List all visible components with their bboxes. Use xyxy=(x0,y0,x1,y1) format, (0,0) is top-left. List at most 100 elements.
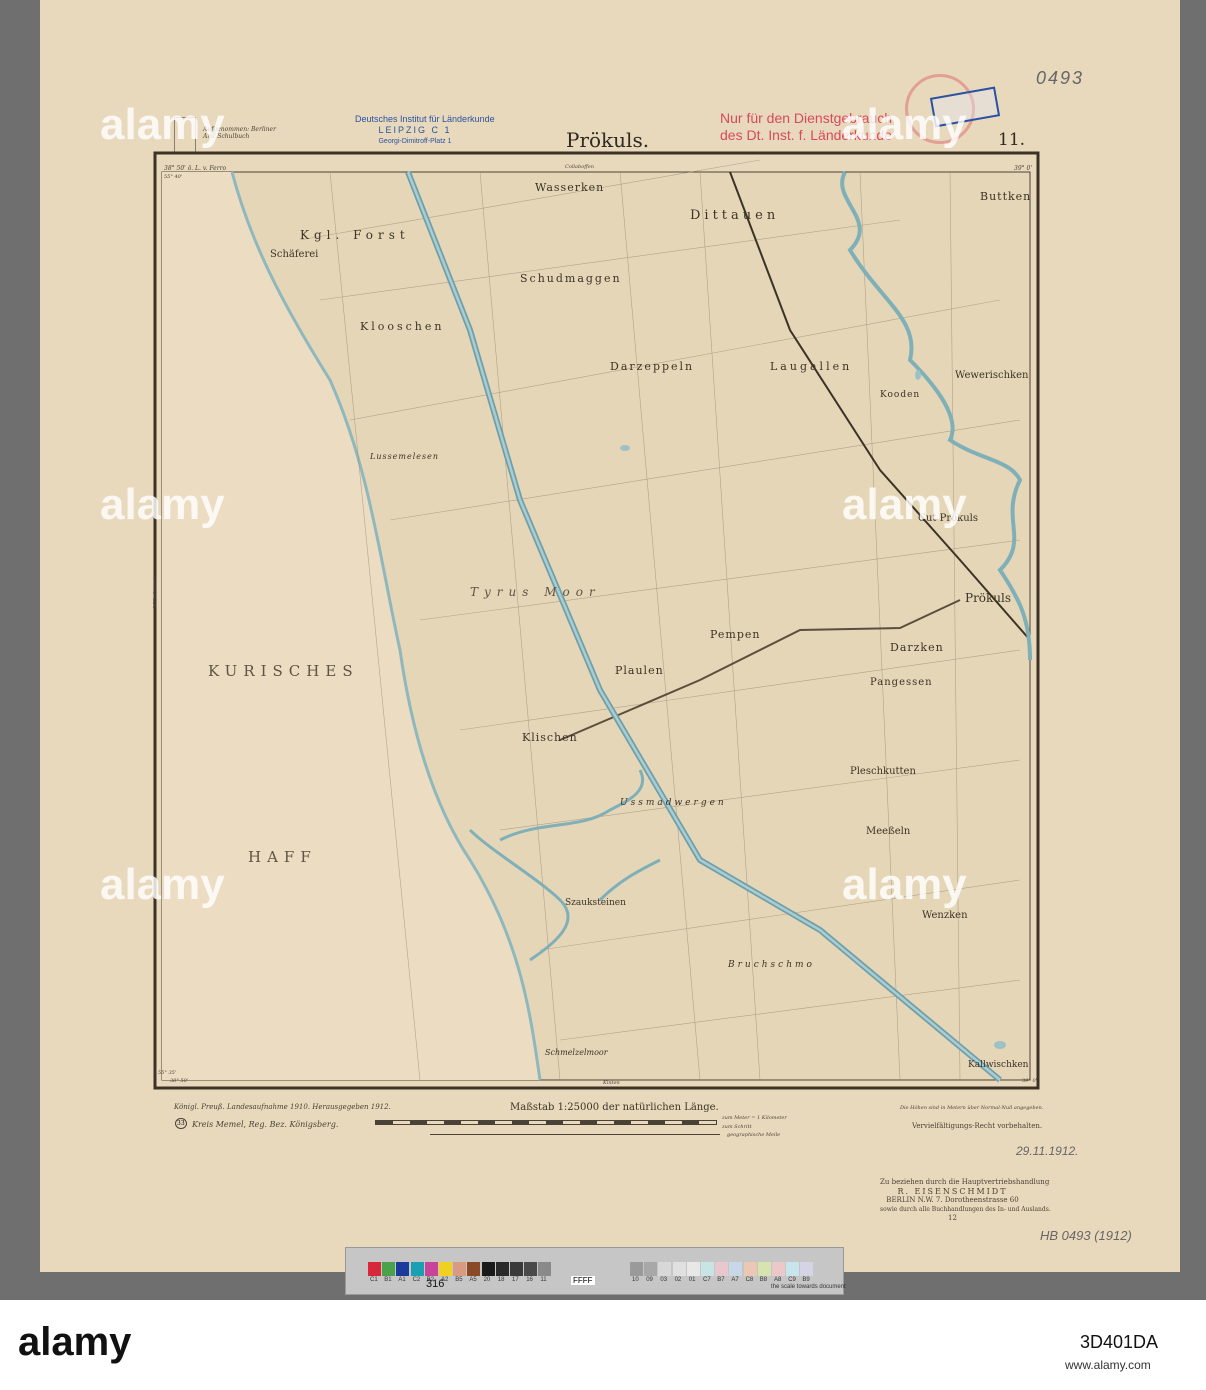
color-patch xyxy=(410,1262,424,1276)
place-label: Szauksteinen xyxy=(565,898,626,908)
color-patch-label: 09 xyxy=(646,1277,653,1283)
color-patch-label: A8 xyxy=(774,1277,782,1283)
color-patch-label: C7 xyxy=(703,1277,711,1283)
color-patch-label: C2 xyxy=(412,1277,421,1283)
bottom-edge-label: Kinten xyxy=(603,1080,620,1086)
color-patch xyxy=(757,1262,771,1276)
place-label: Darzeppeln xyxy=(610,360,695,373)
left-edge-label: Wilhelmsort xyxy=(152,577,159,609)
color-patch-label: B5 xyxy=(455,1277,463,1283)
watermark-logo: alamy xyxy=(100,100,225,149)
place-label: Ussmadwergen xyxy=(620,798,727,808)
image-id: 3D401DA xyxy=(1080,1332,1159,1352)
place-label: Schmelzelmoor xyxy=(545,1048,608,1057)
catalog-number-bottom: HB 0493 (1912) xyxy=(1040,1228,1132,1243)
publisher-line4: sowie durch alle Buchhandlungen des In- … xyxy=(880,1206,1051,1213)
scale-unit-miles: geographische Meile xyxy=(727,1132,781,1138)
color-patch xyxy=(439,1262,452,1276)
color-patch xyxy=(686,1262,700,1276)
place-label: Bruchschmo xyxy=(728,960,815,970)
place-label: Kgl. Forst xyxy=(300,228,410,242)
color-patch-label: B8 xyxy=(759,1277,768,1283)
place-label: Wewerischken xyxy=(955,370,1029,381)
scale-bar-miles xyxy=(430,1134,720,1135)
corner-coord-bottom-right: 39° 0' xyxy=(1022,1078,1038,1084)
color-patch xyxy=(368,1262,381,1276)
corner-coord-top-left: 38° 50' ö. L. v. Ferro xyxy=(164,165,227,172)
place-label: Klooschen xyxy=(360,320,445,333)
card-footer-note: the scale towards document xyxy=(771,1284,846,1290)
color-patch xyxy=(510,1262,523,1276)
color-patch xyxy=(800,1262,814,1276)
place-label: Kallwischken xyxy=(968,1060,1029,1070)
color-patch-label: B9 xyxy=(802,1277,810,1283)
color-patch-label: 10 xyxy=(632,1277,639,1283)
place-label: Pleschkutten xyxy=(850,766,916,777)
color-patch-label: C1 xyxy=(370,1277,378,1283)
heights-note: Die Höhen sind in Metern über Normal-Nul… xyxy=(900,1105,1044,1111)
place-label: Kooden xyxy=(880,390,921,400)
place-label: Pempen xyxy=(710,628,761,641)
color-patch-label: 18 xyxy=(497,1277,505,1283)
place-label: Prökuls xyxy=(965,591,1012,605)
color-patch-label: 02 xyxy=(674,1277,682,1283)
color-patch-label: 03 xyxy=(660,1277,668,1283)
lagoon-label: HAFF xyxy=(248,848,317,866)
scale-bar-meters xyxy=(375,1120,717,1125)
place-label: Tyrus Moor xyxy=(470,585,601,599)
color-patch xyxy=(481,1262,495,1276)
color-patch xyxy=(772,1262,785,1276)
handwritten-date: 29.11.1912. xyxy=(1016,1144,1079,1158)
watermark-logo: alamy xyxy=(842,480,967,529)
publisher-address: BERLIN N.W. 7. Dorotheenstrasse 60 xyxy=(886,1196,1019,1204)
publisher-name: R. EISENSCHMIDT xyxy=(897,1187,1008,1196)
color-patch-label: B7 xyxy=(717,1277,725,1283)
print-number: 12 xyxy=(948,1214,957,1222)
color-patch xyxy=(453,1262,467,1276)
edition-note: Königl. Preuß. Landesaufnahme 1910. Hera… xyxy=(174,1103,391,1111)
place-label: Lussemelesen xyxy=(370,452,440,461)
footer-logo: alamy xyxy=(18,1320,132,1364)
place-label: Meeßeln xyxy=(866,826,911,837)
color-patch xyxy=(658,1262,672,1276)
place-label: Darzken xyxy=(890,641,944,654)
color-patch xyxy=(672,1262,686,1276)
color-patch xyxy=(467,1262,481,1276)
color-patch-label: 11 xyxy=(540,1277,547,1283)
color-patch-label: C9 xyxy=(788,1277,796,1283)
stock-footer: alamy 3D401DA www.alamy.com xyxy=(0,1300,1206,1390)
color-patch-label: A5 xyxy=(469,1277,477,1283)
publisher-line1: Zu beziehen durch die Hauptvertriebshand… xyxy=(880,1178,1050,1186)
color-patch xyxy=(729,1262,743,1276)
color-patch-label: A7 xyxy=(731,1277,739,1283)
color-patch-label: A1 xyxy=(398,1277,406,1283)
place-label: Schäferei xyxy=(270,249,319,260)
focus-target: FFFF xyxy=(571,1276,595,1285)
color-patch-label: 16 xyxy=(526,1277,533,1283)
watermark-logo: alamy xyxy=(100,860,225,909)
color-patch xyxy=(524,1262,538,1276)
place-label: Buttken xyxy=(980,190,1032,203)
place-label: Pangessen xyxy=(870,677,933,688)
scale-unit-meters: zum Meter = 1 Kilometer xyxy=(722,1115,787,1121)
district-number: 33 xyxy=(175,1118,187,1129)
place-label: Klischen xyxy=(522,731,578,744)
scale-title: Maßstab 1:25000 der natürlichen Länge. xyxy=(510,1102,719,1113)
color-patch xyxy=(715,1262,729,1276)
lat-bottom: 55° 35' xyxy=(158,1070,177,1076)
color-patch-label: 17 xyxy=(512,1277,519,1283)
publisher-block: Zu beziehen durch die Hauptvertriebshand… xyxy=(880,1178,1051,1223)
color-patch xyxy=(630,1262,643,1276)
color-patch xyxy=(743,1262,757,1276)
corner-coord-bottom-left: 38° 50' xyxy=(170,1078,189,1084)
place-label: Laugallen xyxy=(770,360,853,373)
district: Kreis Memel, Reg. Bez. Königsberg. xyxy=(192,1120,339,1129)
place-label: Wenzken xyxy=(922,910,968,921)
place-label: Dittauen xyxy=(690,208,780,223)
color-patch xyxy=(495,1262,509,1276)
color-calibration-card: C1 B1 A1 C2 B2 A2 B5 A5 20 18 17 16 11 10 09 03 02 01 C7 B7… xyxy=(345,1247,846,1295)
color-patch-label: 01 xyxy=(688,1277,696,1283)
color-patch xyxy=(786,1262,800,1276)
card-number: 316 xyxy=(426,1278,445,1290)
watermark-logo: alamy xyxy=(842,100,967,149)
